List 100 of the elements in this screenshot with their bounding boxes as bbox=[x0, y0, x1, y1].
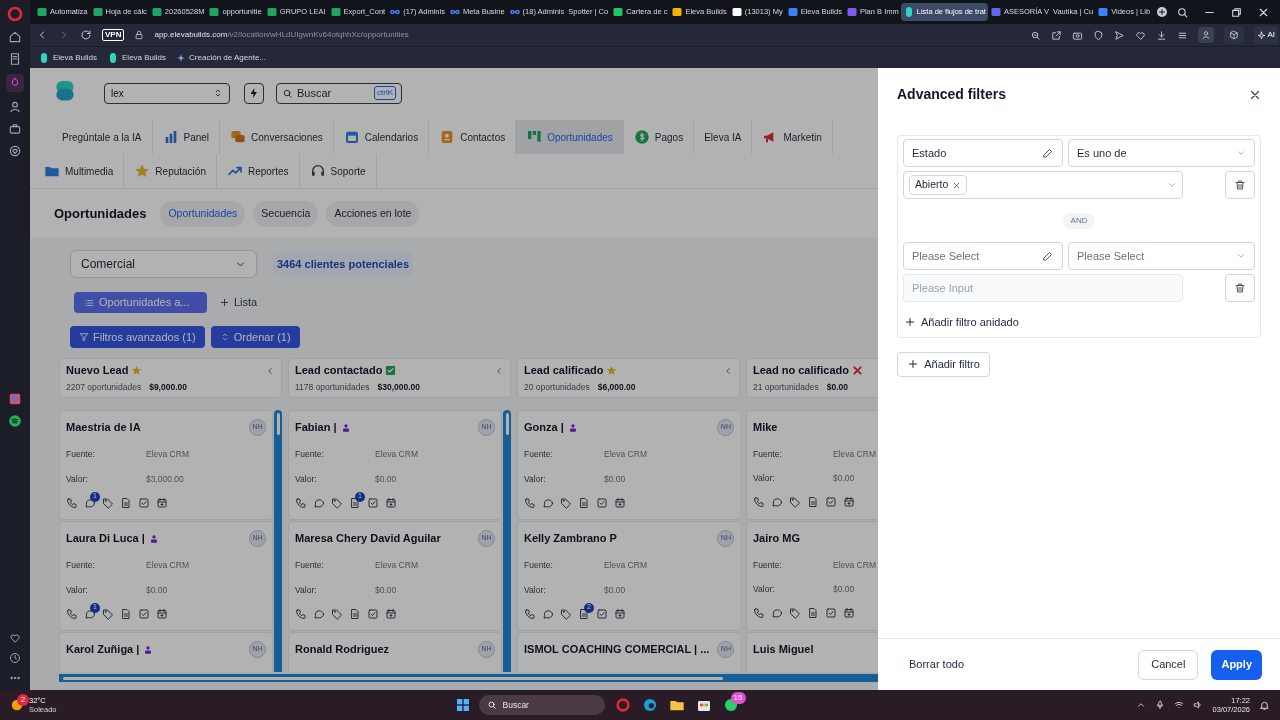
clock-icon[interactable] bbox=[9, 652, 21, 664]
download-icon[interactable] bbox=[1156, 29, 1168, 41]
extension-button[interactable] bbox=[1224, 26, 1245, 44]
chevron-left-icon[interactable] bbox=[494, 365, 504, 376]
delete-button[interactable] bbox=[1225, 171, 1255, 199]
calendar-icon[interactable] bbox=[614, 607, 626, 620]
heart-shield-icon[interactable] bbox=[8, 144, 22, 158]
sort-button[interactable]: Ordenar (1) bbox=[210, 326, 300, 348]
document-icon[interactable] bbox=[578, 607, 590, 620]
tag-icon[interactable] bbox=[789, 607, 801, 619]
checkbox-icon[interactable] bbox=[367, 496, 379, 509]
phone-icon[interactable] bbox=[295, 607, 307, 620]
horizontal-scrollbar[interactable] bbox=[59, 674, 878, 682]
microphone-icon[interactable] bbox=[1155, 700, 1166, 710]
notes-icon[interactable] bbox=[8, 52, 22, 66]
tag-icon[interactable] bbox=[560, 607, 572, 620]
chat-icon[interactable] bbox=[542, 496, 554, 509]
checkbox-icon[interactable] bbox=[596, 607, 608, 620]
opportunity-card[interactable]: Mike Fuente: Eleva CRM Valor: $0.00 bbox=[746, 410, 878, 520]
nav-tab[interactable]: Oportunidades bbox=[516, 120, 624, 154]
phone-icon[interactable] bbox=[753, 607, 765, 619]
document-icon[interactable] bbox=[807, 496, 819, 508]
phone-icon[interactable] bbox=[524, 496, 536, 509]
checkbox-icon[interactable] bbox=[825, 607, 837, 619]
phone-icon[interactable] bbox=[524, 607, 536, 620]
opportunity-card[interactable]: Luis Miguel bbox=[746, 632, 878, 672]
add-list-button[interactable]: Lista bbox=[219, 294, 258, 311]
phone-icon[interactable] bbox=[66, 607, 78, 620]
opportunity-card[interactable]: Jairo MG Fuente: Eleva CRM Valor: $0.00 bbox=[746, 521, 878, 631]
value-chip[interactable]: Abierto bbox=[909, 175, 968, 195]
chat-icon[interactable] bbox=[84, 496, 96, 509]
pipeline-select[interactable]: Comercial bbox=[70, 250, 257, 278]
apply-button[interactable]: Apply bbox=[1211, 649, 1262, 680]
field-select[interactable]: Estado bbox=[903, 139, 1063, 167]
app-icon[interactable] bbox=[8, 392, 22, 406]
heart-icon[interactable] bbox=[9, 632, 21, 644]
chat-icon[interactable] bbox=[542, 607, 554, 620]
location-select[interactable]: lex bbox=[104, 82, 230, 104]
chat-icon[interactable] bbox=[84, 607, 96, 620]
add-nested-filter-link[interactable]: Añadir filtro anidado bbox=[904, 314, 1255, 331]
profile-button[interactable] bbox=[1198, 27, 1215, 43]
calendar-icon[interactable] bbox=[156, 607, 168, 620]
taskbar-search-field[interactable]: Buscar bbox=[478, 695, 605, 715]
document-icon[interactable] bbox=[349, 496, 361, 509]
clear-all-link[interactable]: Borrar todo bbox=[909, 656, 965, 673]
phone-icon[interactable] bbox=[66, 496, 78, 509]
shield-icon[interactable] bbox=[1093, 29, 1105, 41]
wifi-icon[interactable] bbox=[1174, 700, 1185, 710]
operator-select[interactable]: Please Select bbox=[1068, 242, 1255, 270]
phone-icon[interactable] bbox=[295, 496, 307, 509]
document-icon[interactable] bbox=[120, 607, 132, 620]
share-icon[interactable] bbox=[1051, 29, 1063, 41]
column-scrollbar[interactable] bbox=[503, 410, 511, 672]
tag-icon[interactable] bbox=[560, 496, 572, 509]
volume-icon[interactable] bbox=[1193, 700, 1204, 710]
calendar-icon[interactable] bbox=[385, 607, 397, 620]
home-icon[interactable] bbox=[8, 30, 22, 44]
tag-icon[interactable] bbox=[789, 496, 801, 508]
edge-icon[interactable] bbox=[641, 697, 658, 713]
checkbox-icon[interactable] bbox=[138, 607, 150, 620]
search-field[interactable]: Buscar ctrlK bbox=[276, 82, 402, 104]
value-select[interactable]: Abierto bbox=[903, 171, 1183, 199]
calendar-icon[interactable] bbox=[614, 496, 626, 509]
chevron-left-icon[interactable] bbox=[723, 365, 733, 376]
url-text[interactable]: app.elevabuilds.com/v2/location/wHLdUIgwnKv64otqhhXc/opportunities bbox=[154, 29, 409, 41]
operator-select[interactable]: Es uno de bbox=[1068, 139, 1255, 167]
briefcase-icon[interactable] bbox=[8, 122, 22, 136]
calendar-icon[interactable] bbox=[843, 607, 855, 619]
heart-icon[interactable] bbox=[1135, 29, 1147, 41]
tag-icon[interactable] bbox=[331, 496, 343, 509]
opera-logo-icon[interactable] bbox=[7, 6, 23, 22]
phone-icon[interactable] bbox=[753, 496, 765, 508]
checkbox-icon[interactable] bbox=[367, 607, 379, 620]
tag-icon[interactable] bbox=[331, 607, 343, 620]
chevron-up-icon[interactable] bbox=[1136, 700, 1147, 710]
windows-icon[interactable] bbox=[454, 697, 471, 713]
sub-tab[interactable]: Acciones en lote bbox=[326, 200, 420, 227]
document-icon[interactable] bbox=[578, 496, 590, 509]
send-icon[interactable] bbox=[1114, 29, 1126, 41]
view-button[interactable]: Oportunidades a... bbox=[74, 292, 207, 313]
calendar-icon[interactable] bbox=[843, 496, 855, 508]
chevron-left-icon[interactable] bbox=[265, 365, 275, 376]
chat-icon[interactable] bbox=[313, 496, 325, 509]
chat-icon[interactable] bbox=[771, 607, 783, 619]
restore-icon[interactable] bbox=[1230, 5, 1243, 19]
chat-icon[interactable] bbox=[771, 496, 783, 508]
cancel-button[interactable]: Cancel bbox=[1138, 649, 1199, 680]
person-icon[interactable] bbox=[8, 100, 22, 114]
reload-icon[interactable] bbox=[80, 29, 92, 41]
chat-icon[interactable] bbox=[313, 607, 325, 620]
rocket-icon[interactable] bbox=[6, 74, 24, 92]
ai-button[interactable]: AI bbox=[1254, 26, 1278, 44]
sub-tab[interactable]: Oportunidades bbox=[160, 200, 246, 227]
bookmark[interactable]: Eleva Builds bbox=[38, 51, 98, 64]
delete-button[interactable] bbox=[1225, 274, 1255, 302]
add-filter-button[interactable]: Añadir filtro bbox=[897, 351, 990, 377]
column-scrollbar[interactable] bbox=[274, 410, 282, 672]
document-icon[interactable] bbox=[807, 607, 819, 619]
sub-tab[interactable]: Secuencia bbox=[253, 200, 319, 227]
search-icon[interactable] bbox=[1176, 5, 1189, 19]
